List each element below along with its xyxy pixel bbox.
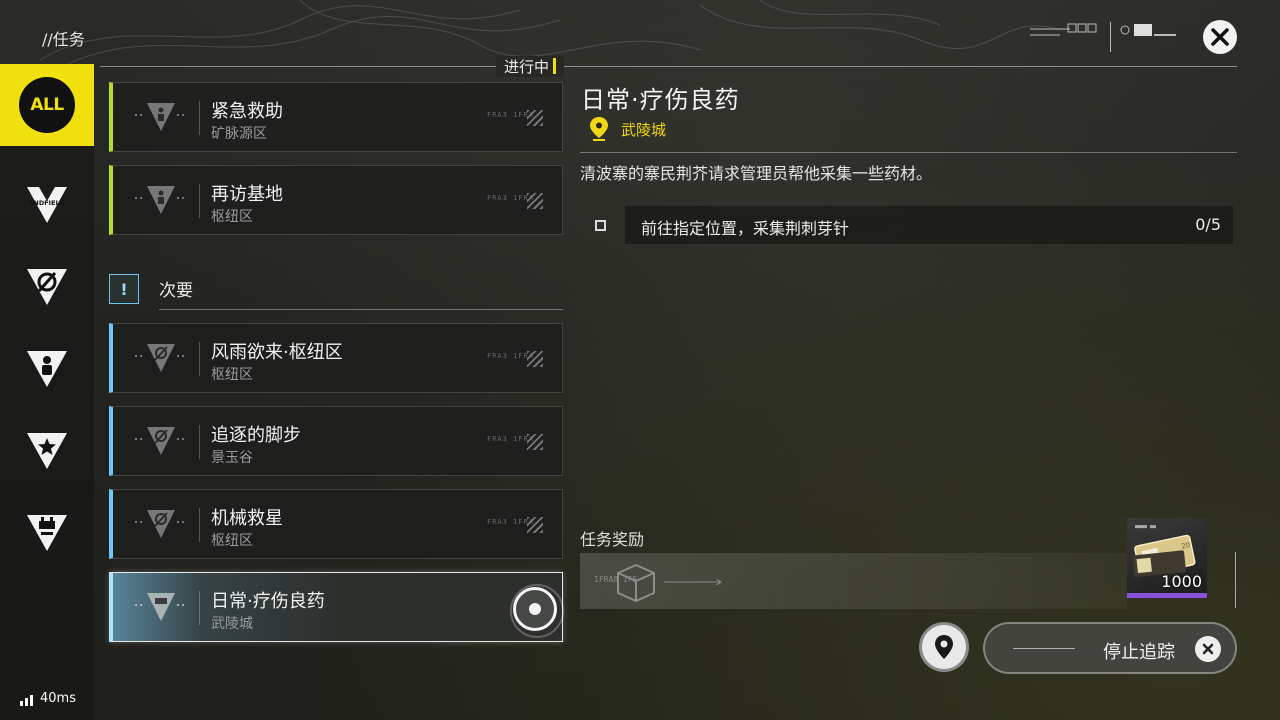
system-status-icons xyxy=(1030,22,1176,52)
category-sidebar: ALL ENDFIELD xyxy=(0,64,94,720)
endfield-icon: ENDFIELD xyxy=(27,187,67,223)
card-separator xyxy=(199,342,200,376)
quest-card-secondary-1[interactable]: 风雨欲来·枢纽区 枢纽区 FRA3 1FRA xyxy=(109,323,563,393)
target-icon xyxy=(529,603,541,615)
quest-title: 日常·疗伤良药 xyxy=(211,591,325,612)
quest-description: 清波寨的寨民荆芥请求管理员帮他采集一些药材。 xyxy=(580,164,933,183)
category-facility[interactable] xyxy=(0,492,94,574)
secondary-alert-icon: ! xyxy=(109,274,139,304)
quest-card-secondary-4-selected[interactable]: 日常·疗伤良药 武陵城 xyxy=(109,572,564,642)
header-divider xyxy=(100,66,1237,67)
card-separator xyxy=(199,425,200,459)
stop-tracking-button[interactable]: 停止追踪 xyxy=(983,622,1237,674)
map-location-button[interactable] xyxy=(919,622,969,672)
signal-bar xyxy=(30,695,33,706)
person-icon xyxy=(27,351,67,387)
secondary-label: 次要 xyxy=(159,281,193,301)
reward-item-slot[interactable]: 20 ■■■■ ■■ 1000 xyxy=(1127,518,1207,598)
quest-region: 枢纽区 xyxy=(211,533,253,549)
quest-card-main-1[interactable]: 紧急救助 矿脉源区 FRA3 1FRA xyxy=(109,82,563,152)
quest-title: 机械救星 xyxy=(211,508,283,529)
track-target-button[interactable] xyxy=(510,584,564,638)
quest-detail-title: 日常·疗伤良药 xyxy=(581,86,740,114)
card-separator xyxy=(199,184,200,218)
all-badge: ALL xyxy=(19,77,75,133)
close-button[interactable] xyxy=(1203,20,1237,54)
quest-title: 紧急救助 xyxy=(211,101,283,122)
card-separator xyxy=(199,591,200,625)
hatch-decoration xyxy=(527,434,543,450)
quest-region: 枢纽区 xyxy=(211,209,253,225)
hatch-decoration xyxy=(527,517,543,533)
hatch-decoration xyxy=(527,193,543,209)
character-quest-icon xyxy=(135,103,187,131)
stop-tracking-label: 停止追踪 xyxy=(1103,642,1175,663)
objective-checkbox xyxy=(595,220,606,231)
crate-icon xyxy=(617,563,655,603)
character-quest-icon xyxy=(135,186,187,214)
hatch-decoration xyxy=(527,110,543,126)
secondary-quests-header: ! 次要 xyxy=(109,270,563,310)
objective-text: 前往指定位置，采集荆刺芽针 xyxy=(641,219,850,238)
quest-card-secondary-2[interactable]: 追逐的脚步 景玉谷 FRA3 1FRA xyxy=(109,406,563,476)
map-pin-icon xyxy=(935,635,953,659)
objective-progress: 0/5 xyxy=(1195,215,1221,234)
quest-location: 武陵城 xyxy=(589,116,666,142)
quest-title: 再访基地 xyxy=(211,184,283,205)
card-separator xyxy=(199,508,200,542)
button-decoration-line xyxy=(1013,648,1075,649)
hatch-decoration xyxy=(527,351,543,367)
category-all[interactable]: ALL xyxy=(0,64,94,146)
detail-divider xyxy=(580,152,1237,153)
category-endfield[interactable]: ENDFIELD xyxy=(0,164,94,246)
quest-region: 矿脉源区 xyxy=(211,126,267,142)
slash-circle-icon xyxy=(27,269,67,305)
stop-tracking-close-icon xyxy=(1195,636,1221,662)
battery-icon xyxy=(27,515,67,551)
in-progress-label: 进行中 xyxy=(496,56,565,77)
quest-card-secondary-3[interactable]: 机械救星 枢纽区 FRA3 1FRA xyxy=(109,489,563,559)
facility-quest-icon xyxy=(135,593,187,621)
ping-value: 40ms xyxy=(40,691,76,706)
reward-quantity: 1000 xyxy=(1161,572,1202,591)
svg-text:■■■■ ■■: ■■■■ ■■ xyxy=(1135,524,1156,530)
category-star[interactable] xyxy=(0,410,94,492)
star-icon xyxy=(27,433,67,469)
explore-quest-icon xyxy=(135,510,187,538)
endfield-icon-text: ENDFIELD xyxy=(29,199,66,207)
quest-region: 枢纽区 xyxy=(211,367,253,383)
quest-card-main-2[interactable]: 再访基地 枢纽区 FRA3 1FRA xyxy=(109,165,563,235)
arrow-decoration xyxy=(664,579,722,585)
quest-title: 追逐的脚步 xyxy=(211,425,301,446)
network-ping: 40ms xyxy=(20,691,76,706)
status-marker xyxy=(553,58,557,74)
location-pin-icon xyxy=(590,117,608,141)
close-icon xyxy=(1211,28,1229,46)
signal-bar xyxy=(25,698,28,706)
breadcrumb: //任务 xyxy=(42,30,85,49)
location-name: 武陵城 xyxy=(621,120,667,139)
secondary-divider xyxy=(159,309,563,310)
card-separator xyxy=(199,101,200,135)
explore-quest-icon xyxy=(135,427,187,455)
objective-row: 前往指定位置，采集荆刺芽针 0/5 xyxy=(625,206,1233,244)
category-character[interactable] xyxy=(0,328,94,410)
reward-label: 任务奖励 xyxy=(580,530,645,549)
category-explore[interactable] xyxy=(0,246,94,328)
in-progress-text: 进行中 xyxy=(504,58,550,76)
reward-edge-line xyxy=(1235,552,1236,608)
quest-region: 景玉谷 xyxy=(211,450,253,466)
signal-bar xyxy=(20,701,23,706)
reward-bar: 1FRA8 1F5 xyxy=(580,553,1127,609)
quest-title: 风雨欲来·枢纽区 xyxy=(211,342,343,363)
explore-quest-icon xyxy=(135,344,187,372)
quest-region: 武陵城 xyxy=(211,616,253,632)
